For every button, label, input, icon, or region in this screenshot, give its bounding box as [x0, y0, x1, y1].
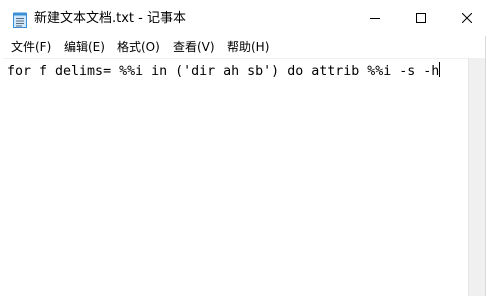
title-bar[interactable]: 新建文本文档.txt - 记事本 [0, 0, 496, 36]
minimize-button[interactable] [352, 0, 398, 36]
menu-file[interactable]: 文件(F) [9, 38, 53, 56]
maximize-icon [416, 13, 426, 23]
close-icon [462, 13, 472, 23]
menu-view[interactable]: 查看(V) [171, 38, 217, 56]
window-border [485, 36, 486, 296]
menu-help[interactable]: 帮助(H) [225, 38, 271, 56]
menu-edit[interactable]: 编辑(E) [62, 38, 107, 56]
editor-content-line: for f delims= %%i in ('dir ah sb') do at… [7, 62, 441, 81]
close-button[interactable] [444, 0, 490, 36]
window-title: 新建文本文档.txt - 记事本 [34, 11, 186, 26]
window-right-margin [485, 0, 496, 296]
text-caret [439, 62, 441, 77]
maximize-button[interactable] [398, 0, 444, 36]
notepad-window: 新建文本文档.txt - 记事本 文件(F) 编辑(E) 格式(O) 查看(V)… [0, 0, 496, 296]
minimize-icon [370, 13, 380, 23]
editor-content: for f delims= %%i in ('dir ah sb') do at… [7, 64, 440, 79]
text-editor[interactable]: for f delims= %%i in ('dir ah sb') do at… [3, 58, 468, 296]
vertical-scrollbar[interactable] [468, 58, 485, 296]
menu-format[interactable]: 格式(O) [115, 38, 162, 56]
menu-bar: 文件(F) 编辑(E) 格式(O) 查看(V) 帮助(H) [0, 36, 496, 58]
notepad-icon [13, 12, 27, 28]
